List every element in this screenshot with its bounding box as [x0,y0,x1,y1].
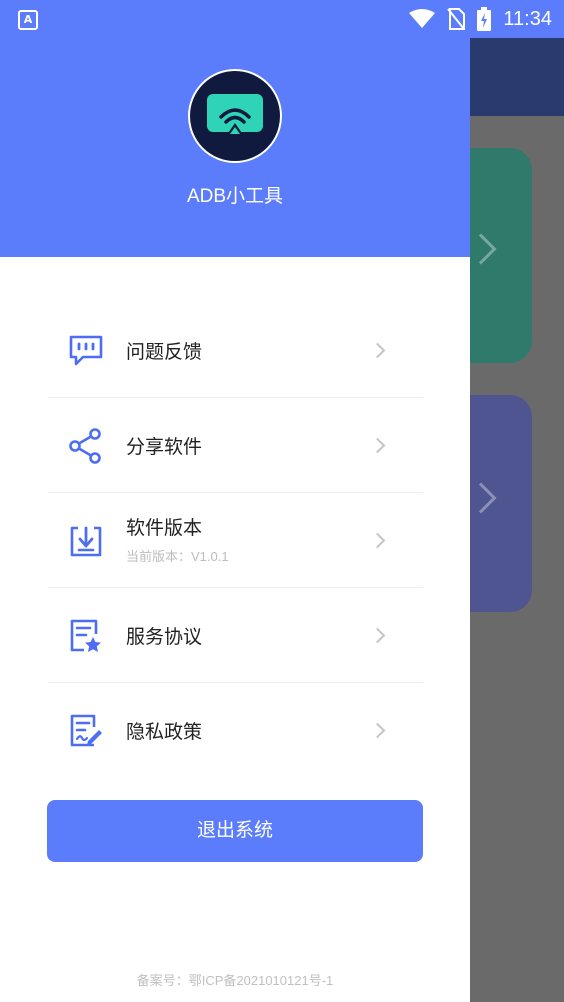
menu-item-label: 软件版本 [126,518,203,539]
privacy-policy-icon [70,714,102,747]
chevron-right-icon [369,722,386,739]
menu-item-privacy[interactable]: 隐私政策 [48,683,423,778]
menu-item-label: 服务协议 [126,627,203,648]
menu-item-agreement[interactable]: 服务协议 [48,588,423,683]
battery-charging-icon [477,7,492,31]
menu-item-version[interactable]: 软件版本 当前版本：V1.0.1 [48,493,423,588]
wifi-icon [409,9,436,28]
cast-screen-icon [207,94,263,136]
version-text: 当前版本：V1.0.1 [126,549,229,564]
avatar[interactable] [188,69,282,163]
logout-button[interactable]: 退出系统 [47,800,423,862]
status-icons: 11:34 [409,0,552,38]
drawer-header: ADB小工具 [0,38,470,257]
icp-filing-text: 备案号：鄂ICP备2021010121号-1 [136,973,334,988]
feedback-icon [69,335,103,366]
download-version-icon [70,526,102,557]
menu-item-label: 隐私政策 [126,722,203,743]
menu-item-label: 分享软件 [126,437,203,458]
menu-item-feedback[interactable]: 问题反馈 [48,303,423,398]
no-sim-icon [447,8,466,30]
share-icon [69,428,101,464]
chevron-right-icon [369,627,386,644]
clock: 11:34 [503,7,552,30]
menu-item-share[interactable]: 分享软件 [48,398,423,493]
chevron-right-icon [369,532,386,549]
navigation-drawer: ADB小工具 问题反馈 分享软件 软件版本 当前版本：V1.0.1 服务协议 隐… [0,38,470,1002]
app-notification-icon: A [18,10,38,30]
agreement-icon [70,619,101,652]
chevron-right-icon [369,342,386,359]
app-name: ADB小工具 [186,186,284,207]
drawer-menu: 问题反馈 分享软件 软件版本 当前版本：V1.0.1 服务协议 隐私政策 [48,303,423,778]
chevron-right-icon [369,437,386,454]
menu-item-label: 问题反馈 [126,342,203,363]
status-bar: A 11:34 [0,0,564,38]
